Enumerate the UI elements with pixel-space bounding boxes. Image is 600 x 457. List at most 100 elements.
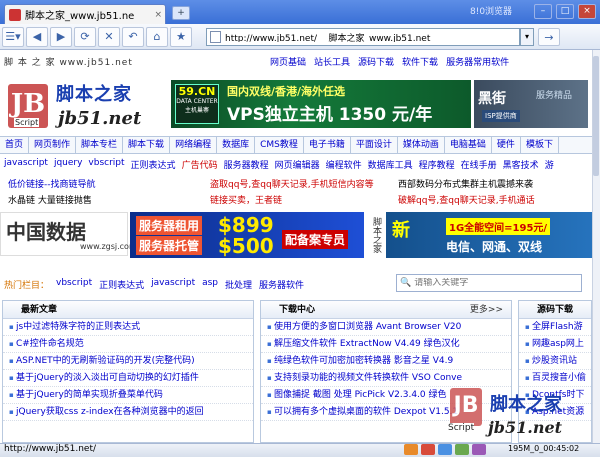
ad-text: 服务器租用: [136, 216, 203, 235]
text-link[interactable]: 链接买卖，王者链: [210, 193, 282, 206]
maximize-button[interactable]: □: [556, 4, 574, 19]
subnav-item[interactable]: 数据库工具: [368, 158, 413, 171]
server-ad-banner[interactable]: 服务器租用 服务器托管 $899 $500 配备案专员: [130, 212, 364, 258]
nav-item[interactable]: 平面设计: [351, 137, 398, 153]
browser-tab[interactable]: 脚本之家_www.jb51.ne ×: [4, 4, 166, 24]
subnav-item[interactable]: 服务器教程: [224, 158, 269, 171]
nav-item[interactable]: 数据库: [217, 137, 256, 153]
new-tab-button[interactable]: +: [172, 6, 190, 20]
subnav-item[interactable]: 广告代码: [182, 158, 218, 171]
hosting-ad-banner[interactable]: 新 1G全能空间=195元/ 电信、网通、双线: [386, 212, 592, 258]
subnav-item[interactable]: 网页编辑器: [275, 158, 320, 171]
status-icon[interactable]: [455, 444, 469, 455]
top-link[interactable]: 站长工具: [314, 55, 350, 68]
refresh-button[interactable]: ⟳: [74, 26, 96, 47]
list-item[interactable]: 纯绿色软件可加密加密转换器 影音之星 V4.9: [261, 353, 511, 370]
subnav-item[interactable]: jquery: [54, 158, 82, 171]
nav-item[interactable]: 脚本专栏: [76, 137, 124, 153]
more-link[interactable]: 更多>>: [470, 301, 503, 319]
search-input[interactable]: [414, 278, 565, 288]
url-input[interactable]: [225, 32, 505, 42]
subnav-item[interactable]: 游: [545, 158, 554, 171]
list-item[interactable]: C#控件命名规范: [3, 336, 253, 353]
hot-link[interactable]: 正则表达式: [99, 278, 144, 291]
list-item[interactable]: jQuery获取css z-index在各种浏览器中的返回: [3, 404, 253, 421]
subnav-item[interactable]: javascript: [4, 158, 48, 171]
nav-item[interactable]: CMS教程: [255, 137, 304, 153]
address-dropdown-icon[interactable]: ▾: [520, 28, 534, 46]
app-name: 8!0浏览器: [470, 7, 513, 17]
list-item[interactable]: 基于jQuery的淡入淡出可自动切换的幻灯插件: [3, 370, 253, 387]
site-favicon-icon: [9, 8, 21, 21]
list-item[interactable]: 解压缩文件软件 ExtractNow V4.49 绿色汉化: [261, 336, 511, 353]
nav-item[interactable]: 网页制作: [29, 137, 77, 153]
minimize-button[interactable]: –: [534, 4, 552, 19]
ad-text: 电信、网通、双线: [446, 240, 543, 254]
hot-link[interactable]: 服务器软件: [259, 278, 304, 291]
list-item[interactable]: 基于jQuery的简单实现折叠菜单代码: [3, 387, 253, 404]
list-item[interactable]: 炒股资讯站: [519, 353, 591, 370]
forward-button[interactable]: ▶: [50, 26, 72, 47]
list-item[interactable]: 支持刻录功能的视频文件转换软件 VSO Conve: [261, 370, 511, 387]
hot-link[interactable]: vbscript: [56, 278, 92, 291]
status-icon[interactable]: [438, 444, 452, 455]
list-item[interactable]: 网趣asp网上: [519, 336, 591, 353]
close-window-button[interactable]: ×: [578, 4, 596, 19]
list-item[interactable]: 百灵搜音小偷: [519, 370, 591, 387]
scrollbar-thumb[interactable]: [593, 56, 599, 176]
top-link[interactable]: 软件下载: [402, 55, 438, 68]
ad-text: 服务器托管: [136, 236, 203, 255]
nav-item[interactable]: 首页: [0, 137, 30, 153]
top-link[interactable]: 网页基础: [270, 55, 306, 68]
text-link[interactable]: 西部数码分布式集群主机震撼来袭: [398, 177, 533, 190]
status-icon[interactable]: [421, 444, 435, 455]
list-item[interactable]: 使用方便的多窗口浏览器 Avant Browser V20: [261, 319, 511, 336]
nav-item[interactable]: 模板下: [521, 137, 559, 153]
nav-item[interactable]: 网络编程: [170, 137, 218, 153]
text-link[interactable]: 破解qq号,查qq聊天记录,手机通话: [398, 193, 535, 206]
nav-item[interactable]: 脚本下载: [123, 137, 171, 153]
top-links: 网页基础 站长工具 源码下载 软件下载 服务器常用软件: [270, 55, 509, 68]
hot-link[interactable]: 批处理: [225, 278, 252, 291]
back-button[interactable]: ◀: [26, 26, 48, 47]
isp-ad-banner[interactable]: 黑街 ISP提供商 服务精品: [474, 80, 588, 128]
list-item[interactable]: js中过滤特殊字符的正则表达式: [3, 319, 253, 336]
nav-item[interactable]: 电子书籍: [304, 137, 351, 153]
subnav-item[interactable]: 正则表达式: [131, 158, 176, 171]
list-item[interactable]: ASP.NET中的无刷新验证码的开发(完整代码): [3, 353, 253, 370]
subnav-item[interactable]: 黑客技术: [503, 158, 539, 171]
site-search[interactable]: 🔍: [396, 274, 582, 292]
nav-item[interactable]: 电脑基础: [445, 137, 492, 153]
nav-item[interactable]: 媒体动画: [398, 137, 445, 153]
stop-button[interactable]: ✕: [98, 26, 120, 47]
subnav-item[interactable]: 编程软件: [326, 158, 362, 171]
status-memory: 195M_0_00:45:02: [508, 444, 580, 453]
favorites-star-icon[interactable]: ★: [170, 26, 192, 47]
text-link[interactable]: 盗取qq号,查qq聊天记录,手机短信内容等: [210, 177, 374, 190]
text-link[interactable]: 低价链接--找商链导航: [8, 177, 96, 190]
home-icon[interactable]: ⌂: [146, 26, 168, 47]
watermark-cn: 脚本之家: [490, 394, 562, 415]
list-item[interactable]: 全屏Flash游: [519, 319, 591, 336]
status-icon[interactable]: [472, 444, 486, 455]
ad-text: 1G全能空间=195元/: [446, 218, 551, 235]
subnav-item[interactable]: vbscript: [88, 158, 124, 171]
hot-link[interactable]: asp: [202, 278, 218, 291]
tab-close-icon[interactable]: ×: [154, 10, 162, 20]
address-bar[interactable]: [206, 28, 520, 46]
hot-link[interactable]: javascript: [151, 278, 195, 291]
ad-logo: 新: [392, 220, 410, 241]
subnav-item[interactable]: 在线手册: [461, 158, 497, 171]
undo-button[interactable]: ↶: [122, 26, 144, 47]
top-link[interactable]: 服务器常用软件: [446, 55, 509, 68]
vps-ad-banner[interactable]: 59.CN DATA CENTER 主机巢寨 国内双线/香港/海外任选 VPS独立主…: [171, 80, 471, 128]
top-link[interactable]: 源码下载: [358, 55, 394, 68]
text-link[interactable]: 水晶链 大量链接抛售: [8, 193, 92, 206]
menu-button[interactable]: ☰▾: [2, 26, 24, 47]
go-button[interactable]: →: [538, 28, 560, 46]
status-icon[interactable]: [404, 444, 418, 455]
watermark-script: Script: [448, 423, 475, 433]
nav-item[interactable]: 硬件: [492, 137, 521, 153]
subnav-item[interactable]: 程序教程: [419, 158, 455, 171]
datacenter-badge: 59.CN DATA CENTER 主机巢寨: [175, 84, 219, 124]
